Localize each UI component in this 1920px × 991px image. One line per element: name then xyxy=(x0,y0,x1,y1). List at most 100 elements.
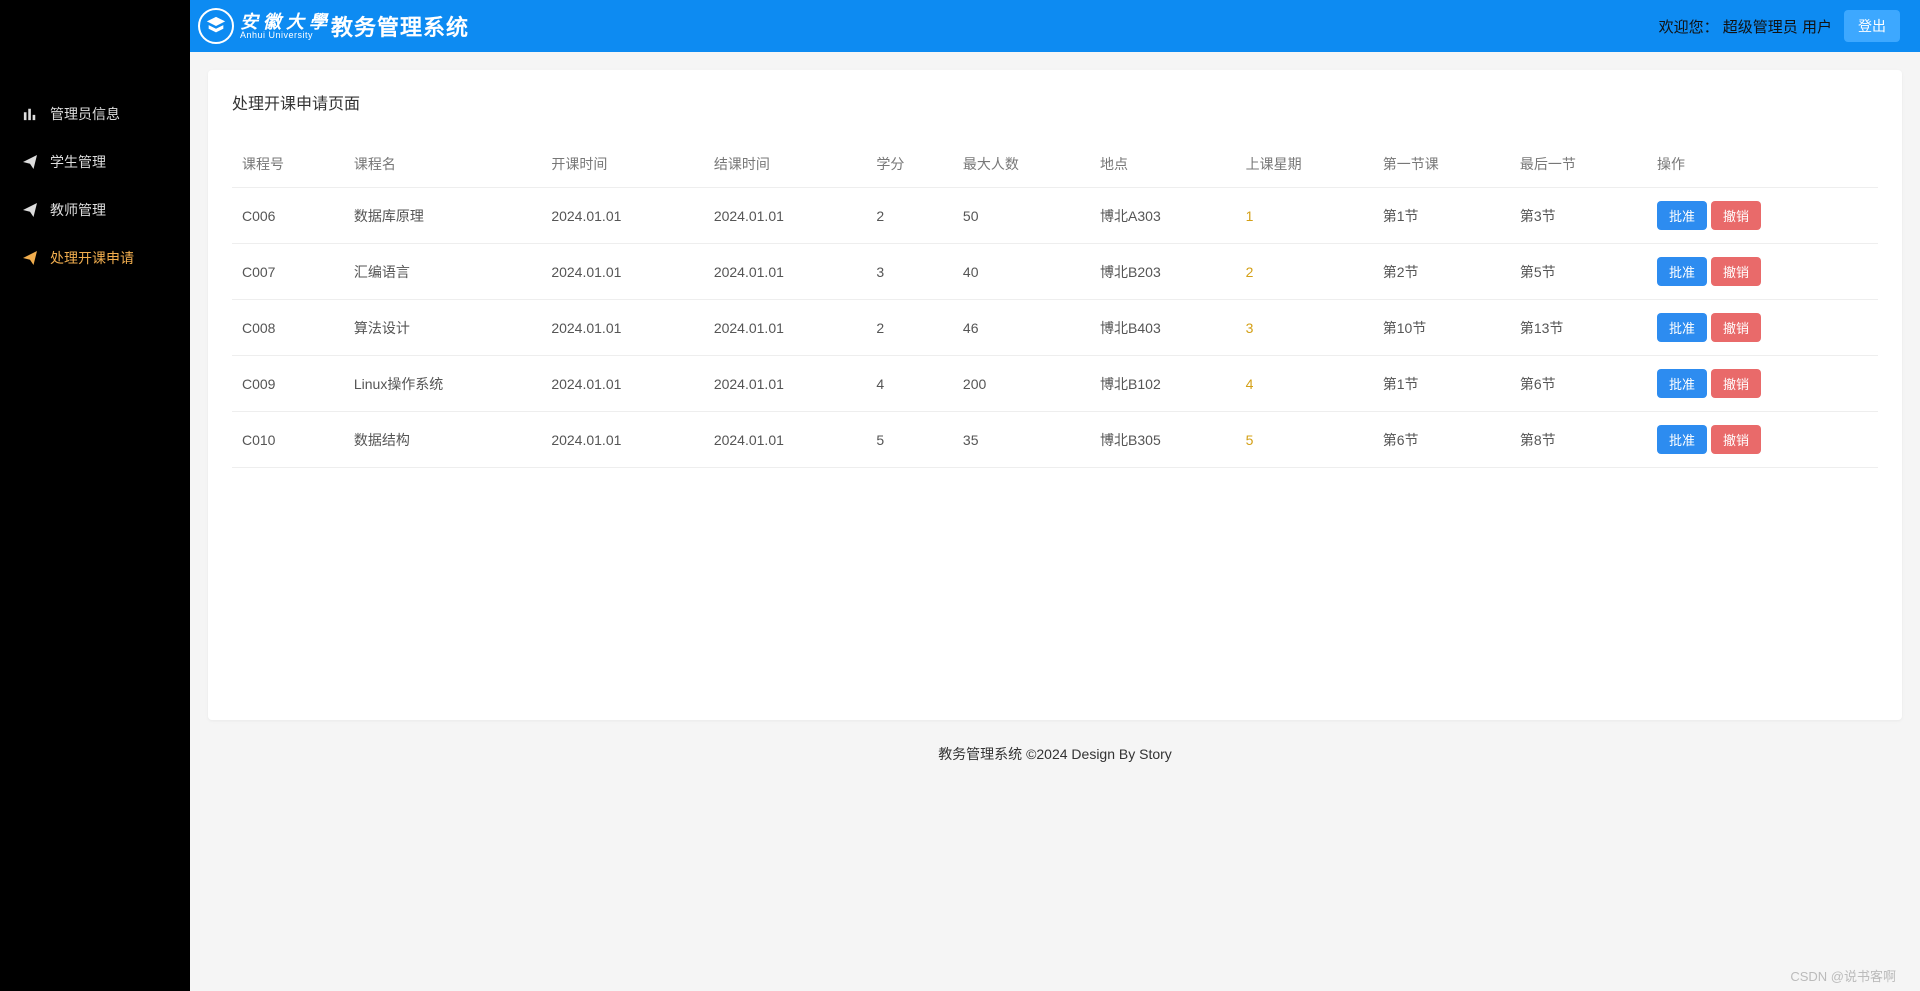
cell-close-time: 2024.01.01 xyxy=(704,188,867,244)
th-close-time: 结课时间 xyxy=(704,141,867,188)
cell-course-name: 汇编语言 xyxy=(344,244,541,300)
revoke-button[interactable]: 撤销 xyxy=(1711,257,1761,286)
cell-credit: 3 xyxy=(866,244,953,300)
revoke-button[interactable]: 撤销 xyxy=(1711,201,1761,230)
cell-course-name: Linux操作系统 xyxy=(344,356,541,412)
cell-credit: 4 xyxy=(866,356,953,412)
cell-course-no: C007 xyxy=(232,244,344,300)
cell-max-people: 200 xyxy=(953,356,1090,412)
paper-plane-icon xyxy=(22,250,38,266)
th-place: 地点 xyxy=(1090,141,1236,188)
cell-open-time: 2024.01.01 xyxy=(541,300,704,356)
table-header-row: 课程号 课程名 开课时间 结课时间 学分 最大人数 地点 上课星期 第一节课 最… xyxy=(232,141,1878,188)
cell-first-class: 第10节 xyxy=(1373,300,1510,356)
cell-open-time: 2024.01.01 xyxy=(541,244,704,300)
university-name-en: Anhui University xyxy=(240,31,327,40)
main-panel: 处理开课申请页面 课程号 课程名 开课时间 结课时间 学分 最大人数 地点 xyxy=(208,70,1902,720)
cell-place: 博北A303 xyxy=(1090,188,1236,244)
sidebar-item-course-request[interactable]: 处理开课申请 xyxy=(0,234,190,282)
cell-place: 博北B403 xyxy=(1090,300,1236,356)
cell-course-name: 数据结构 xyxy=(344,412,541,468)
revoke-button[interactable]: 撤销 xyxy=(1711,425,1761,454)
university-logo-icon xyxy=(198,8,234,44)
cell-first-class: 第2节 xyxy=(1373,244,1510,300)
sidebar-item-label: 处理开课申请 xyxy=(50,248,134,268)
cell-last-class: 第6节 xyxy=(1510,356,1647,412)
cell-ops: 批准撤销 xyxy=(1647,412,1878,468)
cell-ops: 批准撤销 xyxy=(1647,356,1878,412)
course-request-table: 课程号 课程名 开课时间 结课时间 学分 最大人数 地点 上课星期 第一节课 最… xyxy=(232,141,1878,468)
brand: 安 徽 大 學 Anhui University 教务管理系统 xyxy=(198,8,469,44)
table-row: C006数据库原理2024.01.012024.01.01250博北A3031第… xyxy=(232,188,1878,244)
revoke-button[interactable]: 撤销 xyxy=(1711,369,1761,398)
cell-course-no: C009 xyxy=(232,356,344,412)
approve-button[interactable]: 批准 xyxy=(1657,201,1707,230)
cell-first-class: 第6节 xyxy=(1373,412,1510,468)
cell-close-time: 2024.01.01 xyxy=(704,244,867,300)
footer-text: 教务管理系统 ©2024 Design By Story xyxy=(208,720,1902,782)
th-open-time: 开课时间 xyxy=(541,141,704,188)
th-credit: 学分 xyxy=(866,141,953,188)
approve-button[interactable]: 批准 xyxy=(1657,257,1707,286)
paper-plane-icon xyxy=(22,202,38,218)
cell-ops: 批准撤销 xyxy=(1647,244,1878,300)
cell-last-class: 第8节 xyxy=(1510,412,1647,468)
th-course-no: 课程号 xyxy=(232,141,344,188)
cell-weekday: 1 xyxy=(1236,188,1373,244)
cell-open-time: 2024.01.01 xyxy=(541,356,704,412)
cell-max-people: 40 xyxy=(953,244,1090,300)
cell-weekday: 4 xyxy=(1236,356,1373,412)
cell-weekday: 3 xyxy=(1236,300,1373,356)
cell-weekday: 2 xyxy=(1236,244,1373,300)
sidebar-item-label: 学生管理 xyxy=(50,152,106,172)
sidebar-item-student-mgmt[interactable]: 学生管理 xyxy=(0,138,190,186)
th-max-people: 最大人数 xyxy=(953,141,1090,188)
cell-ops: 批准撤销 xyxy=(1647,300,1878,356)
watermark: CSDN @说书客啊 xyxy=(1790,966,1896,985)
cell-weekday: 5 xyxy=(1236,412,1373,468)
th-ops: 操作 xyxy=(1647,141,1878,188)
cell-last-class: 第3节 xyxy=(1510,188,1647,244)
cell-last-class: 第13节 xyxy=(1510,300,1647,356)
logout-button[interactable]: 登出 xyxy=(1844,10,1900,42)
paper-plane-icon xyxy=(22,154,38,170)
approve-button[interactable]: 批准 xyxy=(1657,425,1707,454)
cell-open-time: 2024.01.01 xyxy=(541,188,704,244)
cell-max-people: 35 xyxy=(953,412,1090,468)
cell-place: 博北B203 xyxy=(1090,244,1236,300)
system-title: 教务管理系统 xyxy=(331,10,469,42)
sidebar-item-teacher-mgmt[interactable]: 教师管理 xyxy=(0,186,190,234)
cell-credit: 2 xyxy=(866,300,953,356)
cell-first-class: 第1节 xyxy=(1373,188,1510,244)
cell-credit: 5 xyxy=(866,412,953,468)
th-course-name: 课程名 xyxy=(344,141,541,188)
welcome-text: 欢迎您： 超级管理员 用户 xyxy=(1659,16,1832,37)
sidebar-item-label: 教师管理 xyxy=(50,200,106,220)
cell-ops: 批准撤销 xyxy=(1647,188,1878,244)
approve-button[interactable]: 批准 xyxy=(1657,369,1707,398)
cell-close-time: 2024.01.01 xyxy=(704,412,867,468)
cell-close-time: 2024.01.01 xyxy=(704,356,867,412)
th-weekday: 上课星期 xyxy=(1236,141,1373,188)
cell-last-class: 第5节 xyxy=(1510,244,1647,300)
bar-chart-icon xyxy=(22,106,38,122)
table-row: C010数据结构2024.01.012024.01.01535博北B3055第6… xyxy=(232,412,1878,468)
cell-max-people: 46 xyxy=(953,300,1090,356)
university-name-cn: 安 徽 大 學 xyxy=(240,13,327,31)
table-row: C007汇编语言2024.01.012024.01.01340博北B2032第2… xyxy=(232,244,1878,300)
table-row: C009Linux操作系统2024.01.012024.01.014200博北B… xyxy=(232,356,1878,412)
table-row: C008算法设计2024.01.012024.01.01246博北B4033第1… xyxy=(232,300,1878,356)
sidebar-item-admin-info[interactable]: 管理员信息 xyxy=(0,90,190,138)
cell-max-people: 50 xyxy=(953,188,1090,244)
approve-button[interactable]: 批准 xyxy=(1657,313,1707,342)
cell-place: 博北B102 xyxy=(1090,356,1236,412)
cell-close-time: 2024.01.01 xyxy=(704,300,867,356)
topbar: 安 徽 大 學 Anhui University 教务管理系统 欢迎您： 超级管… xyxy=(190,0,1920,52)
cell-course-name: 算法设计 xyxy=(344,300,541,356)
cell-place: 博北B305 xyxy=(1090,412,1236,468)
th-last-class: 最后一节 xyxy=(1510,141,1647,188)
cell-open-time: 2024.01.01 xyxy=(541,412,704,468)
th-first-class: 第一节课 xyxy=(1373,141,1510,188)
cell-first-class: 第1节 xyxy=(1373,356,1510,412)
revoke-button[interactable]: 撤销 xyxy=(1711,313,1761,342)
